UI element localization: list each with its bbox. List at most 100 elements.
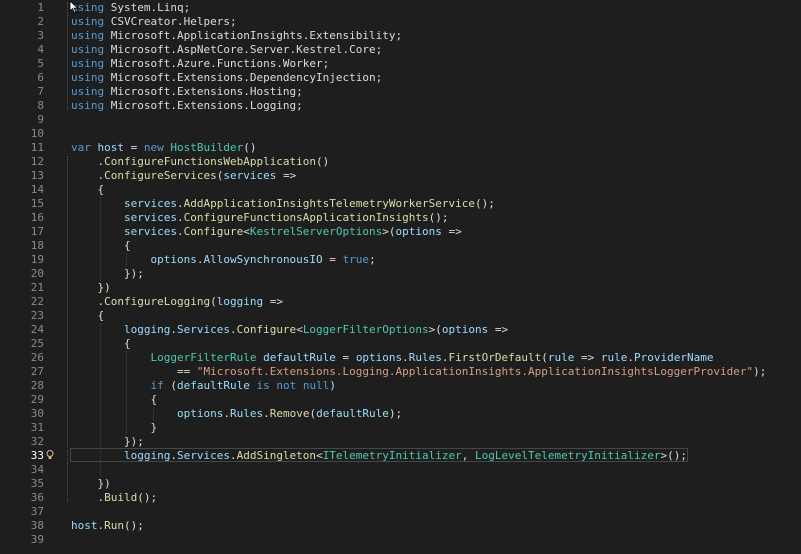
code-line[interactable]: { (71, 239, 131, 253)
mouse-pointer-icon (69, 0, 79, 14)
code-line[interactable]: { (71, 309, 104, 323)
code-token: < (243, 225, 250, 238)
code-token: => (488, 323, 509, 336)
code-token: (); (137, 491, 158, 504)
code-line[interactable]: using System.Linq; (71, 1, 190, 15)
code-token: ( (163, 379, 177, 392)
code-token: Configure (236, 323, 297, 336)
code-text-area[interactable]: using System.Linq; using CSVCreator.Helpe… (66, 0, 801, 554)
code-line[interactable]: if (defaultRule is not null) (71, 379, 335, 393)
code-token: defaultRule (316, 407, 389, 420)
code-line[interactable]: using Microsoft.Extensions.Logging; (71, 99, 303, 113)
line-number: 14 (30, 183, 44, 196)
code-line[interactable]: }) (71, 281, 110, 295)
code-line[interactable]: services.AddApplicationInsightsTelemetry… (71, 197, 495, 211)
code-line[interactable]: .ConfigureServices(services => (71, 169, 296, 183)
code-token: CSVCreator.Helpers; (104, 15, 237, 28)
code-token: rule (547, 351, 575, 364)
lightbulb-icon[interactable] (46, 450, 54, 460)
code-line[interactable]: .ConfigureFunctionsWebApplication() (71, 155, 329, 169)
line-number: 24 (30, 323, 44, 336)
indent-guide (99, 323, 101, 477)
line-number: 2 (37, 15, 44, 28)
code-token: options (395, 225, 442, 238)
code-line[interactable]: var host = new HostBuilder() (71, 141, 256, 155)
code-line[interactable]: services.Configure<KestrelServerOptions>… (71, 225, 462, 239)
line-number-gutter[interactable]: 1 2 3 4 5 6 7 8 9 10 11 12 13 14 15 16 17 18 19 20 21 22 23 24 2… (0, 0, 66, 554)
code-token: host (71, 519, 98, 532)
code-token: } (71, 421, 158, 434)
code-token: logging (216, 295, 264, 308)
code-line[interactable]: logging.Services.AddSingleton<ITelemetry… (71, 449, 687, 463)
code-token: }) (71, 477, 111, 490)
code-token: . (71, 491, 105, 504)
code-token: ConfigureLogging (104, 295, 211, 308)
code-token: { (71, 309, 105, 322)
code-line[interactable]: LoggerFilterRule defaultRule = options.R… (71, 351, 714, 365)
code-token: Run (104, 519, 124, 532)
line-number: 3 (37, 29, 44, 42)
line-number: 33 (30, 449, 44, 462)
code-token: ( (541, 351, 548, 364)
code-token: >( (428, 323, 442, 336)
line-number: 30 (30, 407, 44, 420)
code-line[interactable]: { (71, 183, 104, 197)
code-editor[interactable]: 1 2 3 4 5 6 7 8 9 10 11 12 13 14 15 16 17 18 19 20 21 22 23 24 2… (0, 0, 801, 554)
code-token: LoggerFilterRule (150, 351, 257, 364)
code-line[interactable]: host.Run(); (71, 519, 144, 533)
line-number: 37 (30, 505, 44, 518)
code-token: defaultRule (263, 351, 336, 364)
line-number: 8 (37, 99, 44, 112)
code-line[interactable]: { (71, 337, 131, 351)
line-number: 13 (30, 169, 44, 182)
code-token: services (123, 197, 177, 210)
code-line[interactable]: }); (71, 435, 144, 449)
code-line[interactable]: services.ConfigureFunctionsApplicationIn… (71, 211, 449, 225)
code-token: ( (210, 295, 217, 308)
code-token: . (71, 155, 105, 168)
code-line[interactable]: } (71, 421, 157, 435)
code-line[interactable]: using Microsoft.Extensions.Hosting; (71, 85, 303, 99)
code-token: = (124, 141, 144, 154)
code-line[interactable]: logging.Services.Configure<LoggerFilterO… (71, 323, 508, 337)
code-token: Rules (229, 407, 264, 420)
code-line[interactable]: using Microsoft.ApplicationInsights.Exte… (71, 29, 402, 43)
code-token: ProviderName (634, 351, 714, 364)
code-token: < (296, 323, 303, 336)
code-token: { (71, 183, 105, 196)
code-token: services (123, 211, 177, 224)
code-token: . (229, 323, 237, 336)
code-line[interactable]: }); (71, 267, 144, 281)
code-token: () (316, 155, 330, 168)
code-token: Microsoft.Azure.Functions.Worker; (104, 57, 330, 70)
line-number: 26 (30, 351, 44, 364)
code-line[interactable]: using Microsoft.AspNetCore.Server.Kestre… (71, 43, 382, 57)
code-token: (); (124, 519, 144, 532)
code-line[interactable]: options.AllowSynchronousIO = true; (71, 253, 375, 267)
code-line[interactable]: .ConfigureLogging(logging => (71, 295, 282, 309)
code-token: FirstOrDefault (448, 351, 542, 364)
code-line[interactable]: .Build(); (71, 491, 157, 505)
code-token: Services (176, 323, 230, 336)
code-line[interactable]: == "Microsoft.Extensions.Logging.Applica… (71, 365, 766, 379)
code-line[interactable]: using CSVCreator.Helpers; (71, 15, 237, 29)
code-token: }); (71, 435, 144, 448)
code-line[interactable]: }) (71, 477, 111, 491)
code-token: ITelemetryInitializer (322, 449, 462, 462)
code-token: new (143, 141, 164, 154)
code-token: LoggerFilterOptions (302, 323, 429, 336)
line-number: 28 (30, 379, 44, 392)
code-line[interactable]: using Microsoft.Azure.Functions.Worker; (71, 57, 329, 71)
code-token: using (71, 29, 105, 42)
code-token: => (276, 169, 297, 182)
code-line[interactable]: using Microsoft.Extensions.DependencyInj… (71, 71, 382, 85)
code-token: using (71, 57, 105, 70)
code-line[interactable]: options.Rules.Remove(defaultRule); (71, 407, 402, 421)
code-line[interactable]: { (71, 393, 157, 407)
